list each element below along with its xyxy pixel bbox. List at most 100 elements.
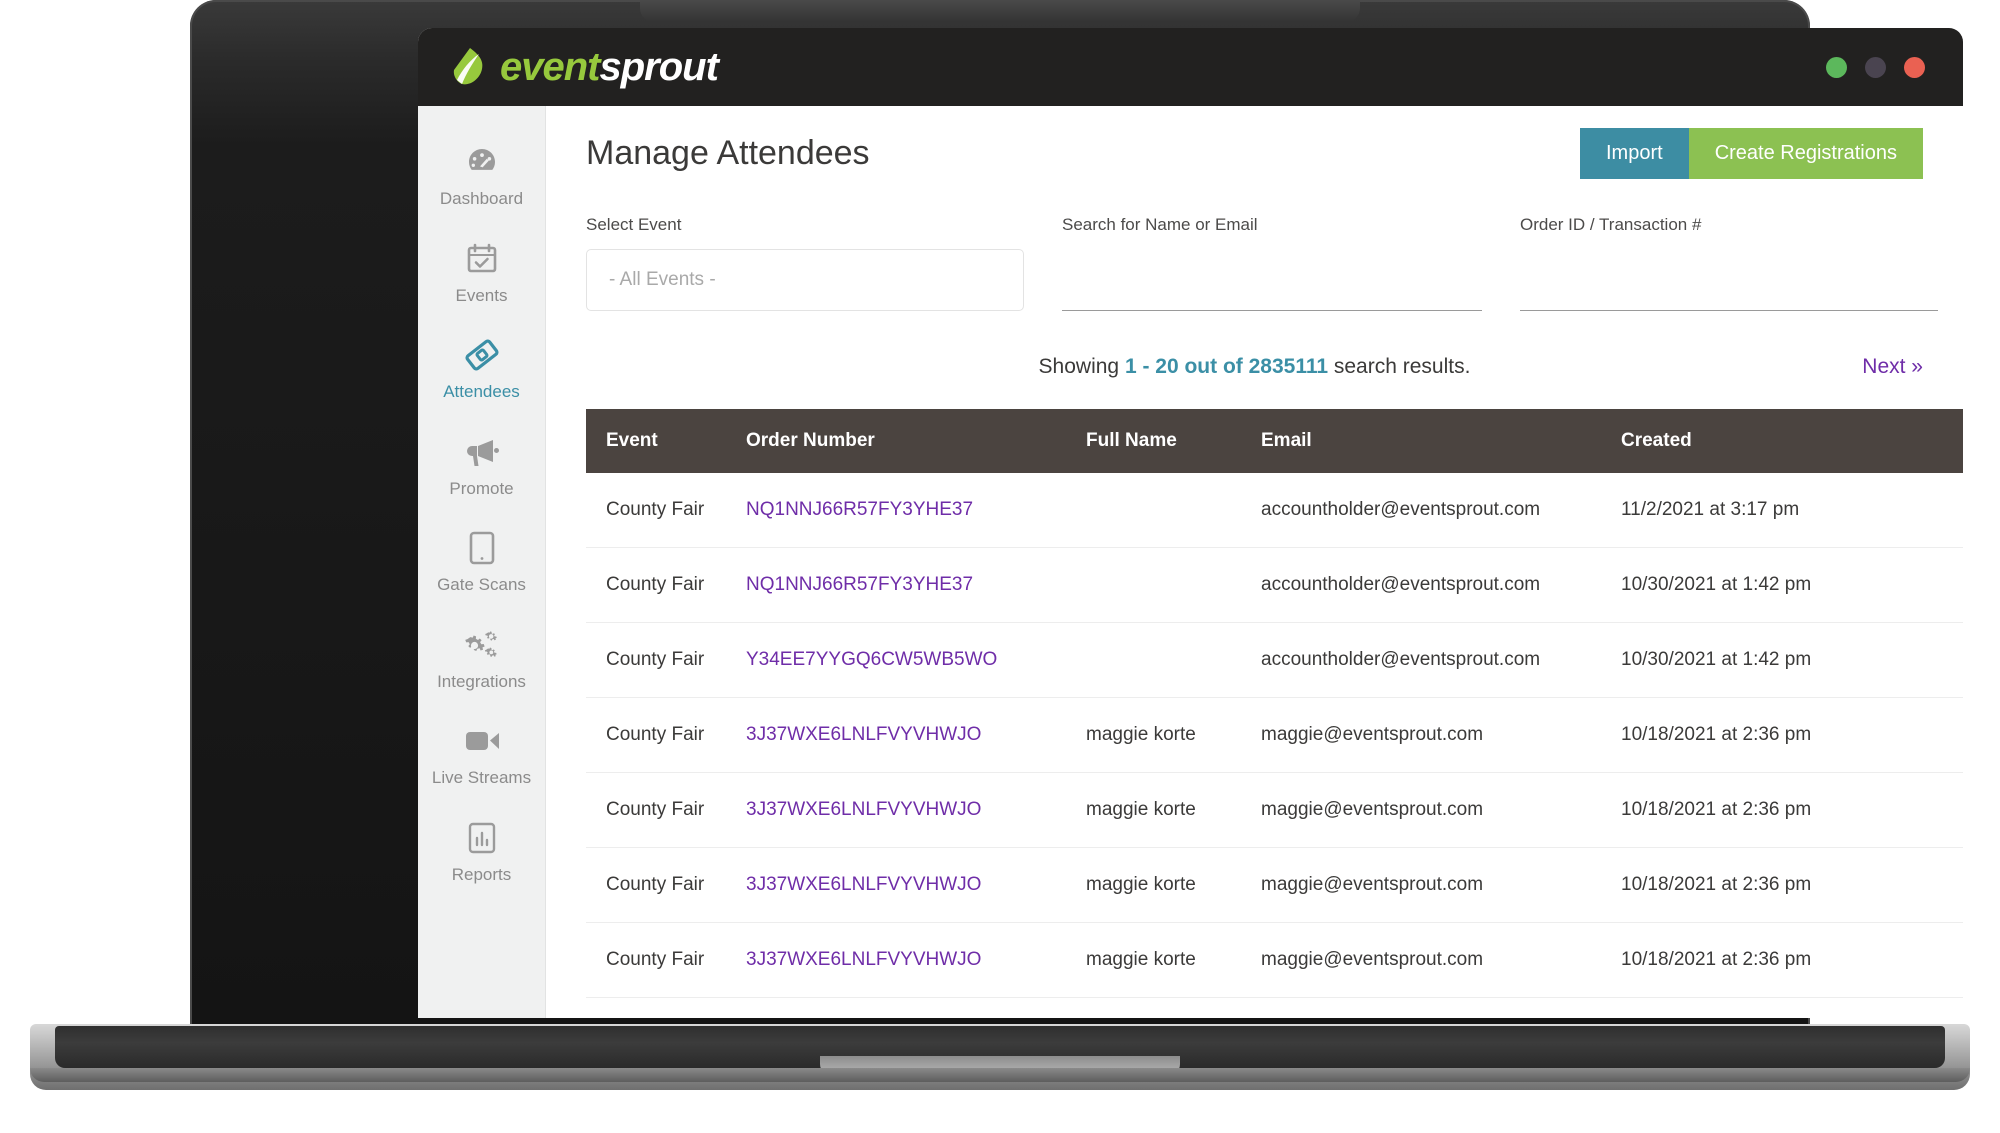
select-event-dropdown[interactable]: - All Events - (586, 249, 1024, 311)
table-row[interactable]: County Fair3J37WXE6LNLFVYVHWJOmaggie kor… (586, 997, 1963, 1018)
order-number-link[interactable]: NQ1NNJ66R57FY3YHE37 (746, 574, 973, 595)
column-header-name[interactable]: Full Name (1086, 409, 1261, 473)
sprout-leaf-icon (448, 44, 490, 90)
main-content: Manage Attendees Import Create Registrat… (546, 106, 1963, 1018)
minimize-dot[interactable] (1826, 56, 1847, 78)
cell-event: County Fair (586, 622, 746, 698)
cell-event: County Fair (586, 922, 746, 998)
table-row[interactable]: County Fair NQ1NNJ66R57FY3YHE37 accounthol… (586, 473, 1963, 548)
sidebar-item-label: Live Streams (431, 768, 532, 788)
column-header-email[interactable]: Email (1261, 409, 1621, 473)
sidebar-item-promote[interactable]: Promote (418, 418, 545, 515)
dashboard-icon (464, 142, 500, 182)
search-name-email-input[interactable] (1062, 249, 1482, 311)
cell-created: 10/18/2021 at 2:36 pm (1621, 697, 1921, 773)
order-number-link[interactable]: 3J37WXE6LNLFVYVHWJO (746, 724, 981, 745)
order-number-link[interactable]: 3J37WXE6LNLFVYVHWJO (746, 949, 981, 970)
cell-event: County Fair (586, 473, 746, 548)
video-camera-icon (463, 721, 501, 761)
cell-created: 10/18/2021 at 2:36 pm (1621, 922, 1921, 998)
next-page-link[interactable]: Next » (1862, 355, 1923, 379)
cell-order: Y34EE7YYGQ6CW5WB5WO (746, 622, 1086, 698)
page-title: Manage Attendees (586, 134, 870, 172)
search-name-email-field: Search for Name or Email (1062, 215, 1482, 311)
cell-order: 3J37WXE6LNLFVYVHWJO (746, 697, 1086, 773)
results-summary-row: Showing 1 - 20 out of 2835111 search res… (586, 351, 1923, 383)
order-id-input[interactable] (1520, 249, 1938, 311)
table-row[interactable]: County Fair3J37WXE6LNLFVYVHWJO maggie kor… (586, 847, 1963, 923)
header-actions: Import Create Registrations (1580, 128, 1923, 179)
cell-email: maggie@eventsprout.com (1261, 847, 1621, 923)
sidebar-item-dashboard[interactable]: Dashboard (418, 128, 545, 225)
sidebar-item-label: Attendees (443, 382, 520, 402)
cell-created: 10/18/2021 at 2:36 pm (1621, 847, 1921, 923)
tablet-icon (467, 528, 497, 568)
import-button[interactable]: Import (1580, 128, 1689, 179)
cell-email: maggie@eventsprout.com (1261, 997, 1621, 1018)
cell-full-name: maggie korte (1086, 922, 1261, 998)
select-event-field: Select Event - All Events - (586, 215, 1024, 311)
sidebar-item-events[interactable]: Events (418, 225, 545, 322)
laptop-top-notch (640, 0, 1360, 22)
order-number-link[interactable]: Y34EE7YYGQ6CW5WB5WO (746, 649, 997, 670)
cell-edit-action[interactable] (1921, 997, 1963, 1018)
sidebar-item-label: Dashboard (439, 189, 524, 208)
cell-event: County Fair (586, 997, 746, 1018)
order-id-label: Order ID / Transaction # (1520, 215, 1702, 234)
logo[interactable]: eventsprout (448, 44, 719, 90)
order-number-link[interactable]: 3J37WXE6LNLFVYVHWJO (746, 799, 981, 820)
select-event-value: - All Events - (609, 269, 716, 290)
sidebar-item-label: Integrations (437, 671, 526, 691)
attendees-table: Event Order Number Full Name Email Creat… (586, 409, 1963, 1018)
table-row[interactable]: County Fair3J37WXE6LNLFVYVHWJO maggie kor… (586, 772, 1963, 848)
cell-email: accountholder@eventsprout.com (1261, 547, 1621, 623)
create-registrations-button[interactable]: Create Registrations (1688, 128, 1923, 179)
cell-created: 10/30/2021 at 1:42 pm (1621, 547, 1921, 623)
bar-chart-icon (466, 818, 498, 858)
order-id-field: Order ID / Transaction # (1520, 215, 1938, 311)
cell-edit-action[interactable] (1921, 847, 1963, 923)
cell-full-name (1086, 622, 1261, 698)
cell-edit-action[interactable] (1921, 622, 1963, 698)
sidebar-item-integrations[interactable]: Integrations (418, 611, 545, 708)
filter-bar: Select Event - All Events - Search for N… (586, 215, 1938, 311)
sidebar-item-attendees[interactable]: Attendees (418, 321, 545, 418)
order-number-link[interactable]: 3J37WXE6LNLFVYVHWJO (746, 874, 981, 895)
cell-order: 3J37WXE6LNLFVYVHWJO (746, 922, 1086, 998)
cell-edit-action[interactable] (1921, 772, 1963, 848)
sidebar-item-reports[interactable]: Reports (418, 804, 545, 901)
cell-edit-action[interactable] (1921, 473, 1963, 548)
sidebar-item-live-streams[interactable]: Live Streams (418, 707, 545, 804)
table-row[interactable]: County Fair3J37WXE6LNLFVYVHWJO maggie kor… (586, 922, 1963, 998)
cell-created: 11/2/2021 at 3:17 pm (1621, 473, 1921, 548)
cell-event: County Fair (586, 772, 746, 848)
cell-email: accountholder@eventsprout.com (1261, 622, 1621, 698)
column-header-created[interactable]: Created (1621, 409, 1921, 473)
cell-full-name: maggie korte (1086, 847, 1261, 923)
close-dot[interactable] (1904, 56, 1925, 78)
column-header-order[interactable]: Order Number (746, 409, 1086, 473)
cell-edit-action[interactable] (1921, 697, 1963, 773)
table-row[interactable]: County Fair Y34EE7YYGQ6CW5WB5WO accounthol… (586, 622, 1963, 698)
cell-email: maggie@eventsprout.com (1261, 922, 1621, 998)
app-body: Dashboard Events Attendees Promote Gate … (418, 106, 1963, 1018)
column-header-event[interactable]: Event (586, 409, 746, 473)
laptop-scene: eventsprout Dashboard Events Attendees P… (0, 0, 2000, 1133)
maximize-dot[interactable] (1865, 56, 1886, 78)
cell-edit-action[interactable] (1921, 547, 1963, 623)
table-row[interactable]: County Fair3J37WXE6LNLFVYVHWJOmaggie kor… (586, 697, 1963, 773)
sidebar-item-gate-scans[interactable]: Gate Scans (418, 514, 545, 611)
results-prefix: Showing (1038, 355, 1125, 378)
table-row[interactable]: County Fair NQ1NNJ66R57FY3YHE37 accounthol… (586, 547, 1963, 623)
cell-order: 3J37WXE6LNLFVYVHWJO (746, 997, 1086, 1018)
order-number-link[interactable]: NQ1NNJ66R57FY3YHE37 (746, 499, 973, 520)
cell-order: 3J37WXE6LNLFVYVHWJO (746, 847, 1086, 923)
logo-text-event: event (500, 45, 600, 89)
sidebar-item-label: Reports (451, 864, 512, 884)
cell-edit-action[interactable] (1921, 922, 1963, 998)
cell-full-name: maggie korte (1086, 772, 1261, 848)
cell-event: County Fair (586, 697, 746, 773)
cell-event: County Fair (586, 547, 746, 623)
results-range: 1 - 20 out of 2835111 (1124, 355, 1329, 378)
cell-event: County Fair (586, 847, 746, 923)
